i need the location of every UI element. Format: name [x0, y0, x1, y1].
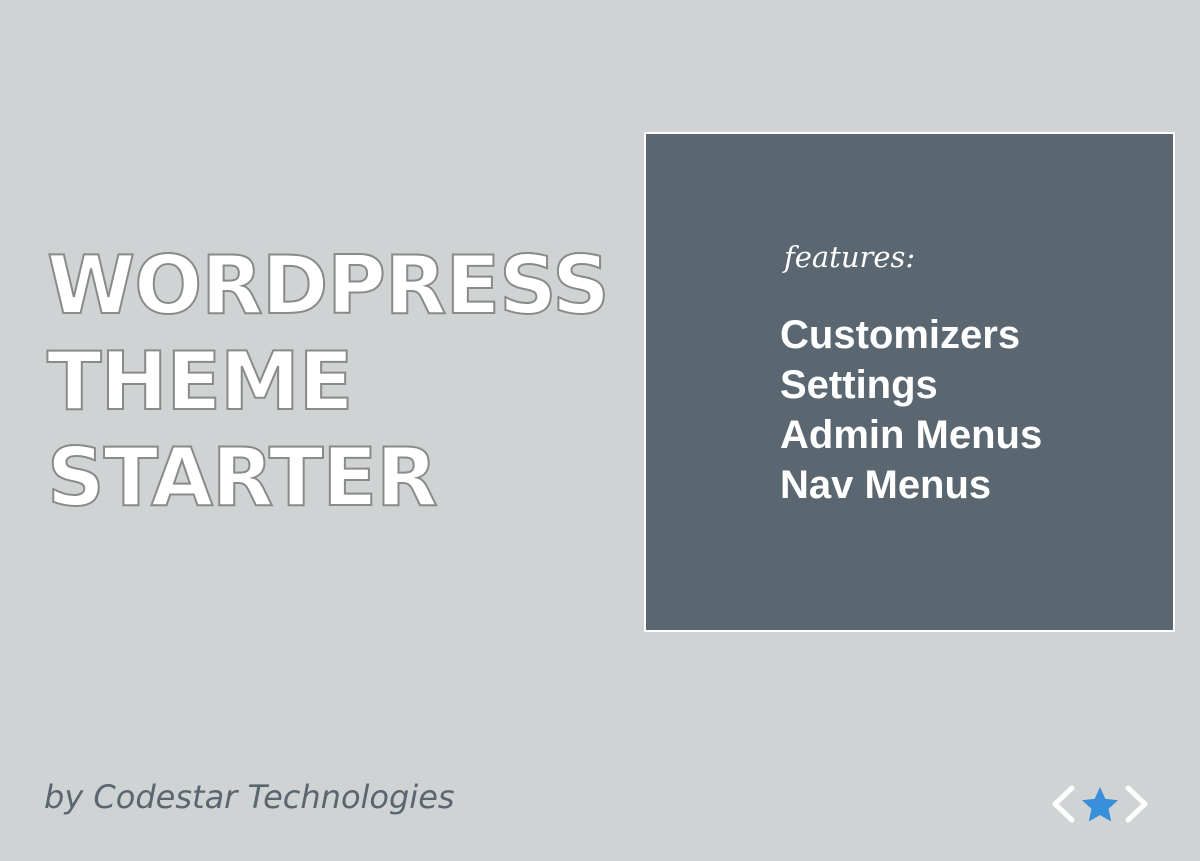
- feature-item-admin-menus: Admin Menus: [780, 413, 1043, 457]
- star-icon: [1082, 787, 1118, 822]
- chevron-star-logo-icon: [1052, 785, 1148, 823]
- slide: WORDPRESS THEME STARTER features: Custom…: [0, 0, 1200, 861]
- hero-title-line-3: STARTER: [46, 430, 439, 525]
- right-chevron-icon: [1125, 785, 1148, 823]
- feature-item-settings: Settings: [780, 363, 938, 407]
- left-chevron-icon: [1052, 785, 1075, 823]
- byline: by Codestar Technologies: [44, 778, 455, 816]
- feature-item-customizers: Customizers: [780, 313, 1021, 357]
- hero-title: WORDPRESS THEME STARTER: [46, 238, 627, 526]
- features-list: Customizers Settings Admin Menus Nav Men…: [780, 310, 1042, 510]
- hero-title-line-2: THEME: [46, 334, 354, 429]
- feature-item-nav-menus: Nav Menus: [780, 463, 992, 507]
- features-label: features:: [784, 240, 916, 274]
- hero-title-line-1: WORDPRESS: [46, 238, 611, 333]
- features-card: features: Customizers Settings Admin Men…: [644, 132, 1175, 632]
